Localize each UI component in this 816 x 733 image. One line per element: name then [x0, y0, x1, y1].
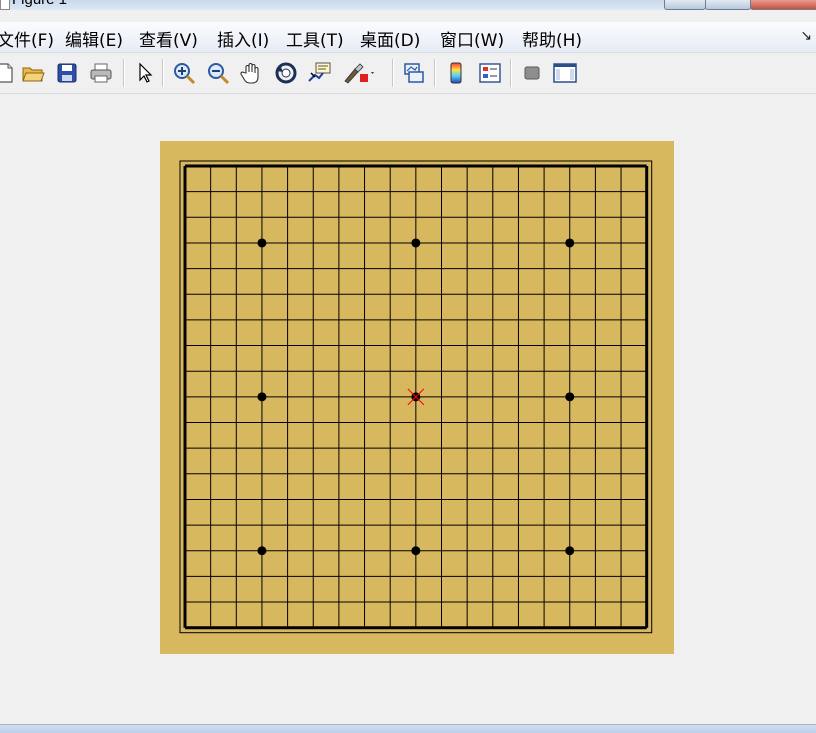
save-button[interactable]	[54, 60, 80, 86]
toolbar-separator	[123, 59, 125, 87]
menu-bar: 文件(F) 编辑(E) 查看(V) 插入(I) 工具(T) 桌面(D) 窗口(W…	[0, 22, 816, 53]
arrow-pointer-icon	[139, 62, 153, 83]
zoom-in-icon	[174, 63, 196, 85]
star-point	[257, 392, 267, 402]
menu-tools[interactable]: 工具(T)	[286, 26, 344, 51]
toolbar-separator	[162, 59, 164, 87]
data-cursor-button[interactable]	[307, 60, 333, 86]
star-point	[565, 238, 575, 248]
toolbar-separator	[392, 59, 394, 87]
brush-button[interactable]	[341, 60, 375, 86]
hide-plot-tools-icon	[524, 66, 540, 80]
legend-icon	[479, 63, 501, 83]
link-plot-button[interactable]	[401, 60, 427, 86]
menu-view[interactable]: 查看(V)	[139, 26, 198, 51]
open-file-icon	[22, 67, 45, 82]
star-point	[565, 392, 575, 402]
window-bottom-edge	[0, 724, 816, 733]
pan-hand-icon	[240, 63, 259, 84]
rotate-3d-button[interactable]	[273, 60, 299, 86]
data-cursor-icon	[308, 62, 331, 82]
maximize-button[interactable]	[705, 0, 751, 10]
edit-plot-button[interactable]	[132, 60, 158, 86]
go-board[interactable]	[160, 141, 674, 654]
link-plot-icon	[404, 63, 424, 83]
show-plot-tools-button[interactable]	[552, 60, 578, 86]
new-figure-icon	[0, 63, 13, 83]
star-point	[411, 238, 421, 248]
menu-desktop[interactable]: 桌面(D)	[360, 26, 420, 51]
star-point	[257, 546, 267, 556]
zoom-out-icon	[208, 63, 230, 85]
star-point	[565, 546, 575, 556]
menu-file[interactable]: 文件(F)	[0, 26, 54, 51]
dock-arrow-icon[interactable]: ↘	[800, 28, 812, 44]
menu-help[interactable]: 帮助(H)	[522, 26, 582, 51]
rotate-3d-icon	[275, 62, 297, 84]
figure-window: Figure 1 文件(F) 编辑(E) 查看(V) 插入(I) 工具(T) 桌…	[0, 0, 816, 733]
hide-plot-tools-button[interactable]	[519, 60, 545, 86]
insert-legend-button[interactable]	[477, 60, 503, 86]
print-icon	[90, 63, 112, 83]
window-title: Figure 1	[12, 0, 67, 8]
print-button[interactable]	[88, 60, 114, 86]
toolbar-separator	[510, 59, 512, 87]
zoom-in-button[interactable]	[171, 60, 197, 86]
figure-icon	[0, 0, 10, 10]
menu-insert[interactable]: 插入(I)	[217, 26, 269, 51]
zoom-out-button[interactable]	[205, 60, 231, 86]
brush-icon	[344, 63, 374, 84]
star-point	[257, 238, 267, 248]
menu-edit[interactable]: 编辑(E)	[65, 26, 123, 51]
insert-colorbar-button[interactable]	[443, 60, 469, 86]
toolbar-separator	[434, 59, 436, 87]
save-icon	[57, 63, 77, 83]
figure-toolbar	[0, 53, 816, 94]
menu-window[interactable]: 窗口(W)	[440, 26, 504, 51]
figure-canvas[interactable]	[0, 94, 816, 724]
open-file-button[interactable]	[20, 60, 46, 86]
new-figure-button[interactable]	[0, 60, 18, 86]
title-bar: Figure 1	[0, 0, 816, 10]
colorbar-icon	[450, 62, 462, 84]
pan-button[interactable]	[239, 60, 265, 86]
minimize-button[interactable]	[664, 0, 706, 10]
close-button[interactable]	[750, 0, 816, 10]
show-plot-tools-icon	[553, 63, 577, 83]
star-point	[411, 546, 421, 556]
